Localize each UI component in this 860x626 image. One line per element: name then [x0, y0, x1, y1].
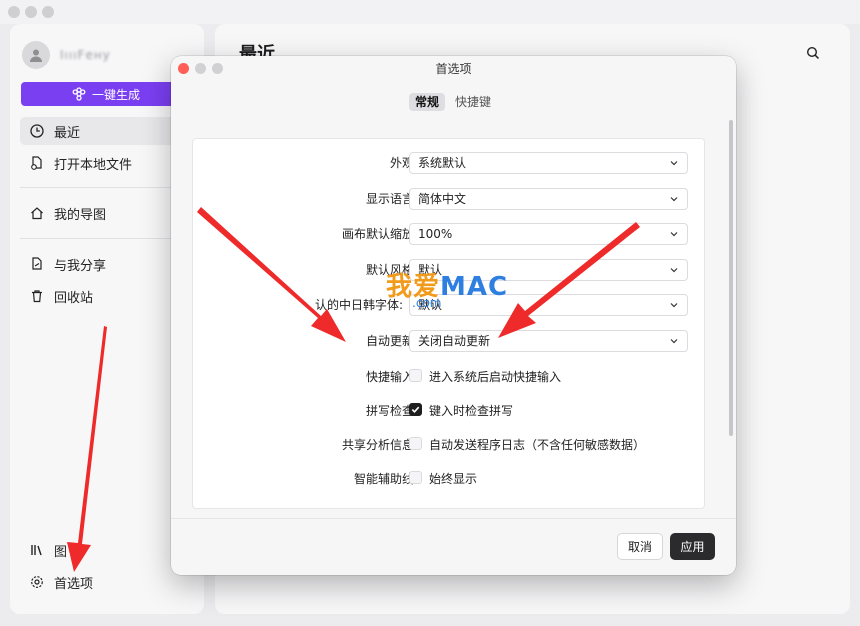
username: IıııFену [60, 48, 111, 62]
share-analytics-checkbox[interactable] [409, 437, 422, 450]
sidebar-item-recent[interactable]: 最近 [20, 117, 190, 145]
sidebar-item-label: 最近 [54, 125, 81, 141]
watermark-mac: MAC [440, 272, 509, 302]
quick-input-checkbox[interactable] [409, 369, 422, 382]
apply-button[interactable]: 应用 [670, 533, 715, 560]
select-value: 100% [418, 227, 453, 241]
appearance-select[interactable]: 系统默认 [409, 152, 688, 174]
chevron-down-icon [670, 197, 678, 202]
setting-canvas-zoom: 画布默认缩放: 100% [193, 223, 706, 245]
canvas-zoom-select[interactable]: 100% [409, 223, 688, 245]
sidebar-divider [20, 187, 194, 188]
setting-appearance: 外观: 系统默认 [193, 152, 706, 174]
watermark: 我爱MAC .com [386, 266, 526, 316]
setting-label: 画布默认缩放: [341, 227, 418, 241]
sidebar-item-label: 回收站 [54, 290, 94, 306]
sidebar-item-preferences[interactable]: 首选项 [20, 568, 190, 596]
dialog-titlebar: 首选项 [171, 56, 736, 80]
sidebar-item-trash[interactable]: 回收站 [20, 282, 190, 310]
minimize-window-button[interactable] [25, 6, 37, 18]
sidebar-item-label: 与我分享 [54, 258, 107, 274]
sidebar-item-label: 打开本地文件 [54, 157, 133, 173]
sidebar-item-library[interactable]: 图 [20, 536, 190, 564]
setting-share-analytics: 共享分析信息: 自动发送程序日志（不含任何敏感数据） [193, 434, 706, 456]
sidebar-divider [20, 238, 194, 239]
checkbox-label: 始终显示 [429, 472, 478, 486]
zoom-dialog-button [212, 63, 223, 74]
checkbox-label: 进入系统后启动快捷输入 [429, 370, 562, 384]
gear-icon [30, 575, 44, 589]
spell-check-checkbox[interactable] [409, 403, 422, 416]
minimize-dialog-button [195, 63, 206, 74]
clock-icon [30, 124, 44, 138]
chevron-down-icon [670, 339, 678, 344]
close-window-button[interactable] [8, 6, 20, 18]
trash-icon [30, 289, 44, 303]
flower-icon [72, 87, 86, 101]
watermark-title: 我爱MAC [386, 266, 508, 303]
chevron-down-icon [670, 303, 678, 308]
open-file-icon [30, 156, 44, 170]
search-icon[interactable] [806, 46, 820, 60]
chevron-down-icon [670, 232, 678, 237]
setting-smart-guides: 智能辅助线: 始终显示 [193, 468, 706, 490]
dialog-divider [171, 518, 736, 519]
checkbox-label: 键入时检查拼写 [429, 404, 514, 418]
avatar[interactable] [22, 41, 50, 69]
checkbox-label: 自动发送程序日志（不含任何敏感数据） [429, 438, 646, 452]
setting-label: 共享分析信息: [341, 438, 418, 452]
shared-file-icon [30, 257, 44, 271]
user-icon [30, 49, 42, 62]
watermark-domain: .com [412, 296, 442, 310]
sidebar-item-label: 首选项 [54, 576, 94, 592]
chevron-down-icon [670, 268, 678, 273]
home-icon [30, 206, 44, 220]
tab-general[interactable]: 常规 [409, 93, 446, 111]
checkmark-icon [411, 406, 420, 413]
auto-update-select[interactable]: 关闭自动更新 [409, 330, 688, 352]
dialog-title: 首选项 [435, 61, 472, 76]
scrollbar[interactable] [729, 120, 733, 436]
close-dialog-button[interactable] [178, 63, 189, 74]
setting-quick-input: 快捷输入: 进入系统后启动快捷输入 [193, 366, 706, 388]
sidebar-item-my-maps[interactable]: 我的导图 [20, 199, 190, 227]
select-value: 系统默认 [418, 156, 467, 170]
tab-shortcuts[interactable]: 快捷键 [449, 93, 497, 111]
settings-panel: 外观: 系统默认 显示语言: 简体中文 画布默认缩放: 100% 默认风格: 默… [192, 138, 705, 509]
smart-guides-checkbox[interactable] [409, 471, 422, 484]
setting-spell-check: 拼写检查: 键入时检查拼写 [193, 400, 706, 422]
window-titlebar [0, 0, 860, 24]
sidebar-item-open-local-file[interactable]: 打开本地文件 [20, 149, 190, 177]
preferences-tabs: 常规 快捷键 [409, 93, 497, 111]
generate-button[interactable]: 一键生成 [21, 82, 191, 106]
sidebar-item-shared-with-me[interactable]: 与我分享 [20, 250, 190, 278]
zoom-window-button[interactable] [42, 6, 54, 18]
sidebar-item-label: 我的导图 [54, 207, 107, 223]
setting-auto-update: 自动更新: 关闭自动更新 [193, 330, 706, 352]
sidebar-item-label: 图 [54, 544, 68, 560]
library-icon [30, 543, 44, 557]
display-language-select[interactable]: 简体中文 [409, 188, 688, 210]
chevron-down-icon [670, 161, 678, 166]
setting-display-language: 显示语言: 简体中文 [193, 188, 706, 210]
user-profile[interactable]: IıııFену [22, 40, 111, 70]
select-value: 简体中文 [418, 192, 467, 206]
cancel-button[interactable]: 取消 [617, 533, 663, 560]
select-value: 关闭自动更新 [418, 334, 491, 348]
generate-button-label: 一键生成 [91, 87, 140, 102]
